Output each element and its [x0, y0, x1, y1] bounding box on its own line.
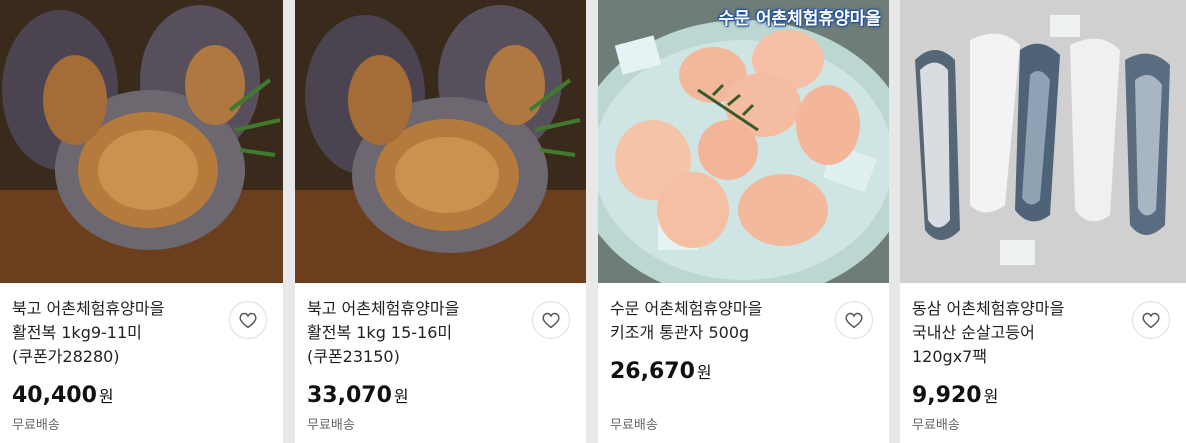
wishlist-button[interactable] — [229, 301, 267, 339]
product-image-scallop[interactable]: 수문 어촌체험휴양마을 — [598, 0, 889, 283]
product-price: 33,070 원 — [307, 383, 409, 408]
wishlist-button[interactable] — [532, 301, 570, 339]
product-image-mackerel[interactable] — [900, 0, 1186, 283]
product-price: 26,670 원 — [610, 359, 712, 384]
product-price: 9,920 원 — [912, 383, 999, 408]
product-title[interactable]: 북고 어촌체험휴양마을 활전복 1kg9-11미(쿠폰가28280) — [12, 297, 212, 369]
product-card[interactable]: 수문 어촌체험휴양마을 수문 어촌체험휴양마을 키조개 통관자 500g 26,… — [598, 0, 889, 443]
shipping-label: 무료배송 — [912, 418, 960, 433]
heart-outline-icon — [1142, 312, 1160, 329]
product-list: 북고 어촌체험휴양마을 활전복 1kg9-11미(쿠폰가28280) 40,40… — [0, 0, 1186, 443]
heart-outline-icon — [239, 312, 257, 329]
wishlist-button[interactable] — [1132, 301, 1170, 339]
product-image-abalone[interactable] — [0, 0, 283, 283]
seller-badge: 수문 어촌체험휴양마을 — [718, 9, 881, 29]
product-image-abalone[interactable] — [295, 0, 586, 283]
product-card[interactable]: 동삼 어촌체험휴양마을 국내산 순살고등어 120gx7팩 9,920 원 무료배… — [900, 0, 1186, 443]
product-card[interactable]: 북고 어촌체험휴양마을 활전복 1kg 15-16미(쿠폰23150) 33,0… — [295, 0, 586, 443]
product-title[interactable]: 수문 어촌체험휴양마을 키조개 통관자 500g — [610, 297, 810, 345]
wishlist-button[interactable] — [835, 301, 873, 339]
product-card[interactable]: 북고 어촌체험휴양마을 활전복 1kg9-11미(쿠폰가28280) 40,40… — [0, 0, 283, 443]
shipping-label: 무료배송 — [307, 418, 355, 433]
heart-outline-icon — [542, 312, 560, 329]
shipping-label: 무료배송 — [12, 418, 60, 433]
product-title[interactable]: 북고 어촌체험휴양마을 활전복 1kg 15-16미(쿠폰23150) — [307, 297, 507, 369]
product-price: 40,400 원 — [12, 383, 114, 408]
shipping-label: 무료배송 — [610, 418, 658, 433]
heart-outline-icon — [845, 312, 863, 329]
product-title[interactable]: 동삼 어촌체험휴양마을 국내산 순살고등어 120gx7팩 — [912, 297, 1112, 369]
